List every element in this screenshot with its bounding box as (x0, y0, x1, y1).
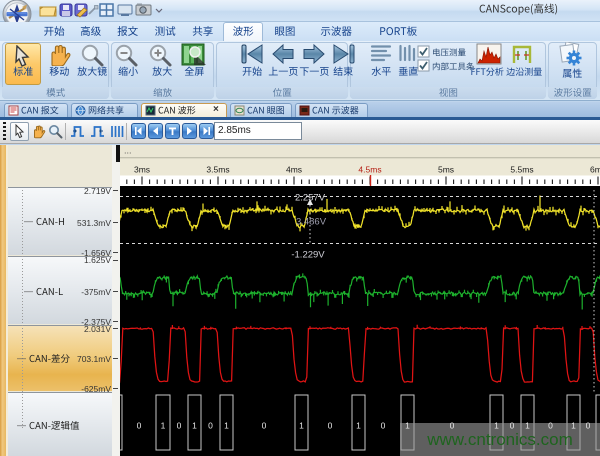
svg-text:0: 0 (381, 421, 386, 431)
svg-text:0: 0 (177, 421, 182, 431)
svg-text:3.5ms: 3.5ms (206, 165, 229, 175)
svg-text:1: 1 (161, 421, 166, 431)
svg-text:1: 1 (224, 421, 229, 431)
svg-text:1: 1 (525, 421, 530, 431)
svg-text:0: 0 (548, 421, 553, 431)
svg-text:1: 1 (356, 421, 361, 431)
svg-text:0: 0 (328, 421, 333, 431)
svg-text:3ms: 3ms (134, 165, 150, 175)
svg-text:1: 1 (571, 421, 576, 431)
svg-text:5ms: 5ms (438, 165, 454, 175)
svg-text:0: 0 (262, 421, 267, 431)
svg-text:6ms: 6ms (590, 165, 600, 175)
svg-text:1: 1 (299, 421, 304, 431)
svg-text:0: 0 (137, 421, 142, 431)
svg-text:1: 1 (494, 421, 499, 431)
svg-text:4ms: 4ms (286, 165, 302, 175)
svg-text:...: ... (124, 146, 132, 156)
svg-text:2.257V: 2.257V (295, 193, 326, 204)
svg-text:4.5ms: 4.5ms (358, 165, 381, 175)
svg-text:0: 0 (450, 421, 455, 431)
svg-text:-1.229V: -1.229V (291, 250, 325, 261)
svg-text:5.5ms: 5.5ms (510, 165, 533, 175)
svg-text:www.cntronics.com: www.cntronics.com (426, 430, 572, 449)
svg-text:0: 0 (208, 421, 213, 431)
svg-text:0: 0 (586, 421, 591, 431)
svg-text:1: 1 (405, 421, 410, 431)
svg-text:3.486V: 3.486V (296, 217, 327, 228)
svg-text:1: 1 (192, 421, 197, 431)
svg-text:0: 0 (510, 421, 515, 431)
